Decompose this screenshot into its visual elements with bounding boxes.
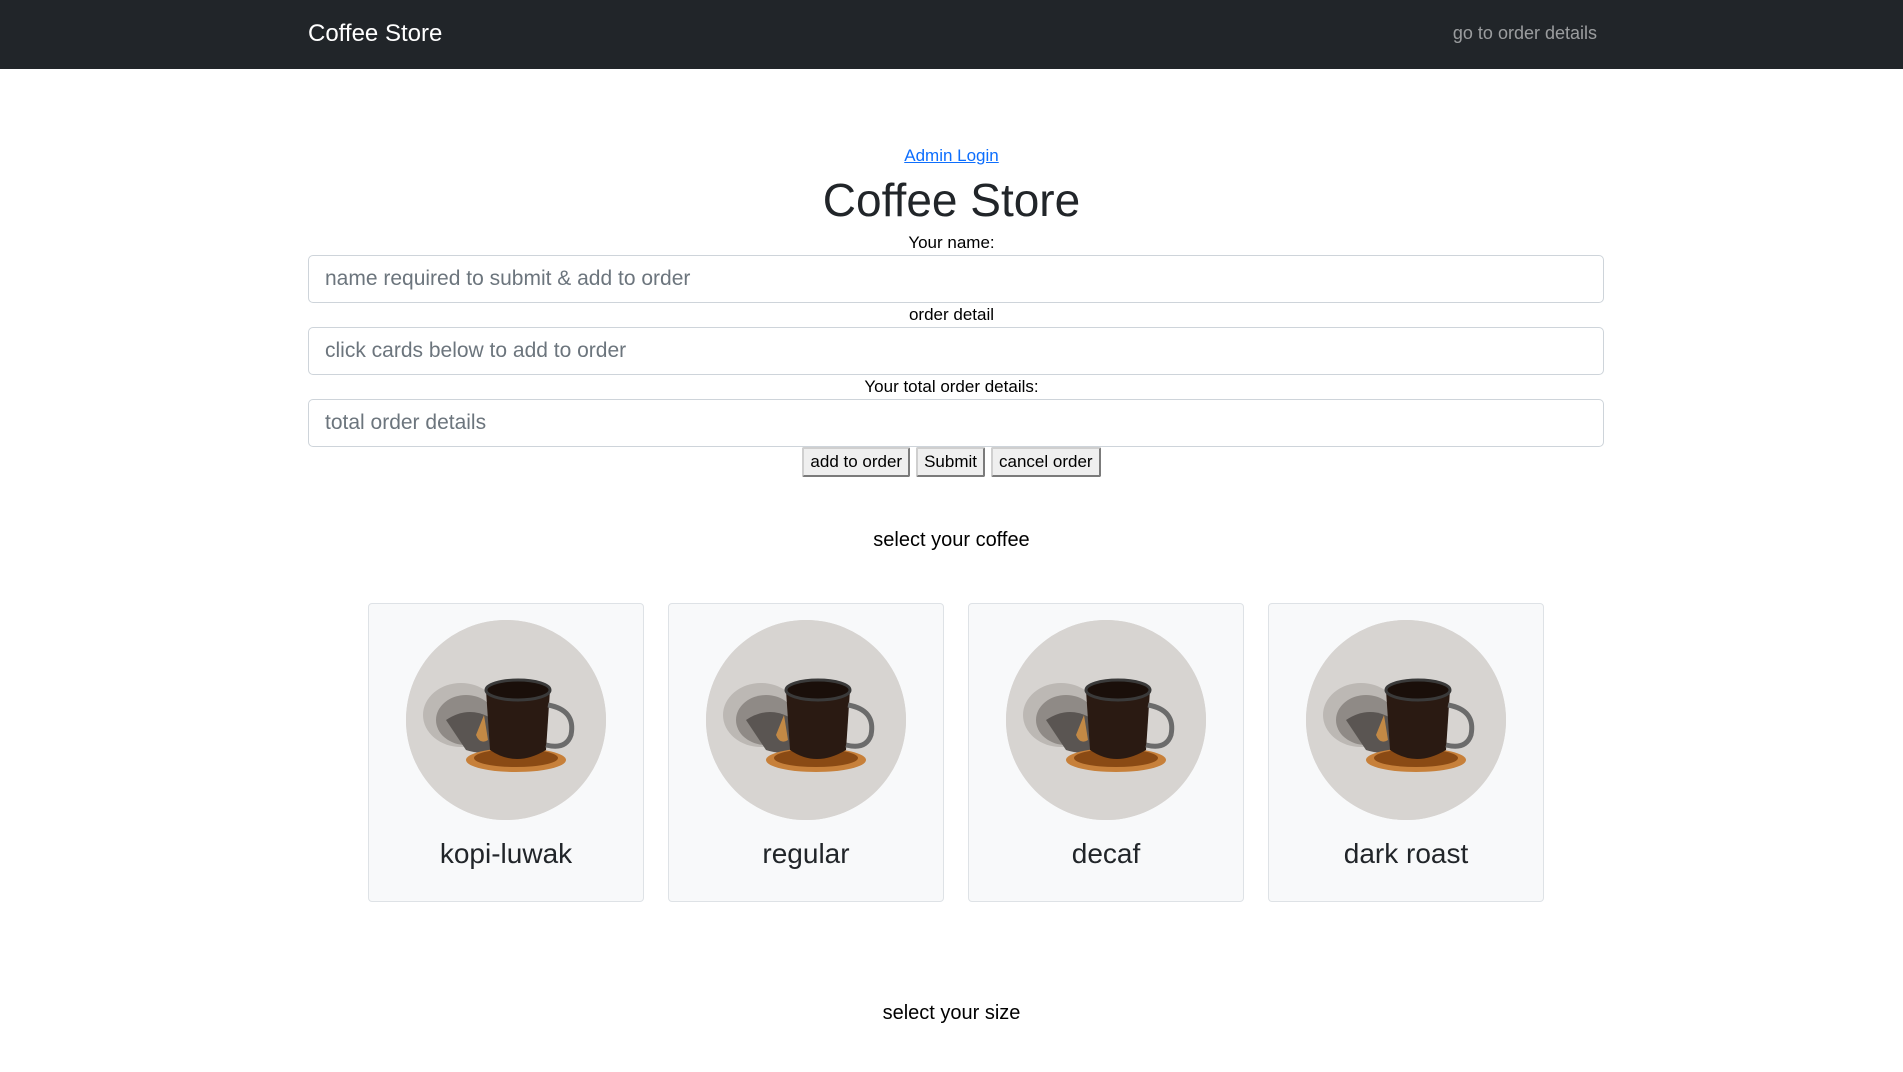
order-detail-label: order detail (908, 305, 995, 324)
coffee-cup-image (1306, 620, 1506, 820)
total-order-label: Your total order details: (864, 377, 1039, 396)
coffee-card-decaf[interactable]: decaf (968, 603, 1244, 902)
name-label: Your name: (908, 233, 995, 252)
cancel-order-button[interactable]: cancel order (991, 447, 1101, 477)
coffee-cup-image (406, 620, 606, 820)
size-section-title: select your size (882, 1002, 1021, 1024)
coffee-cup-image (706, 620, 906, 820)
navbar-brand[interactable]: Coffee Store (308, 20, 442, 48)
name-input[interactable] (308, 255, 1604, 303)
coffee-card-dark-roast[interactable]: dark roast (1268, 603, 1544, 902)
add-to-order-button[interactable]: add to order (802, 447, 911, 477)
coffee-section-title: select your coffee (873, 529, 1030, 551)
coffee-card-kopi-luwak[interactable]: kopi-luwak (368, 603, 644, 902)
admin-login-link[interactable]: Admin Login (904, 146, 999, 165)
page-title: Coffee Store (822, 174, 1081, 226)
order-detail-input[interactable] (308, 327, 1604, 375)
coffee-card-name: dark roast (1343, 838, 1469, 869)
order-details-link[interactable]: go to order details (1453, 23, 1597, 44)
admin-login-row: Admin Login (0, 146, 1903, 166)
button-row: add to order Submit cancel order (0, 447, 1903, 477)
coffee-cup-image (1006, 620, 1206, 820)
coffee-card-regular[interactable]: regular (668, 603, 944, 902)
coffee-card-name: kopi-luwak (439, 838, 573, 869)
total-order-input[interactable] (308, 399, 1604, 447)
coffee-card-name: decaf (1071, 838, 1141, 869)
navbar: Coffee Store go to order details (0, 0, 1903, 69)
coffee-card-name: regular (762, 838, 850, 869)
submit-button[interactable]: Submit (916, 447, 986, 477)
